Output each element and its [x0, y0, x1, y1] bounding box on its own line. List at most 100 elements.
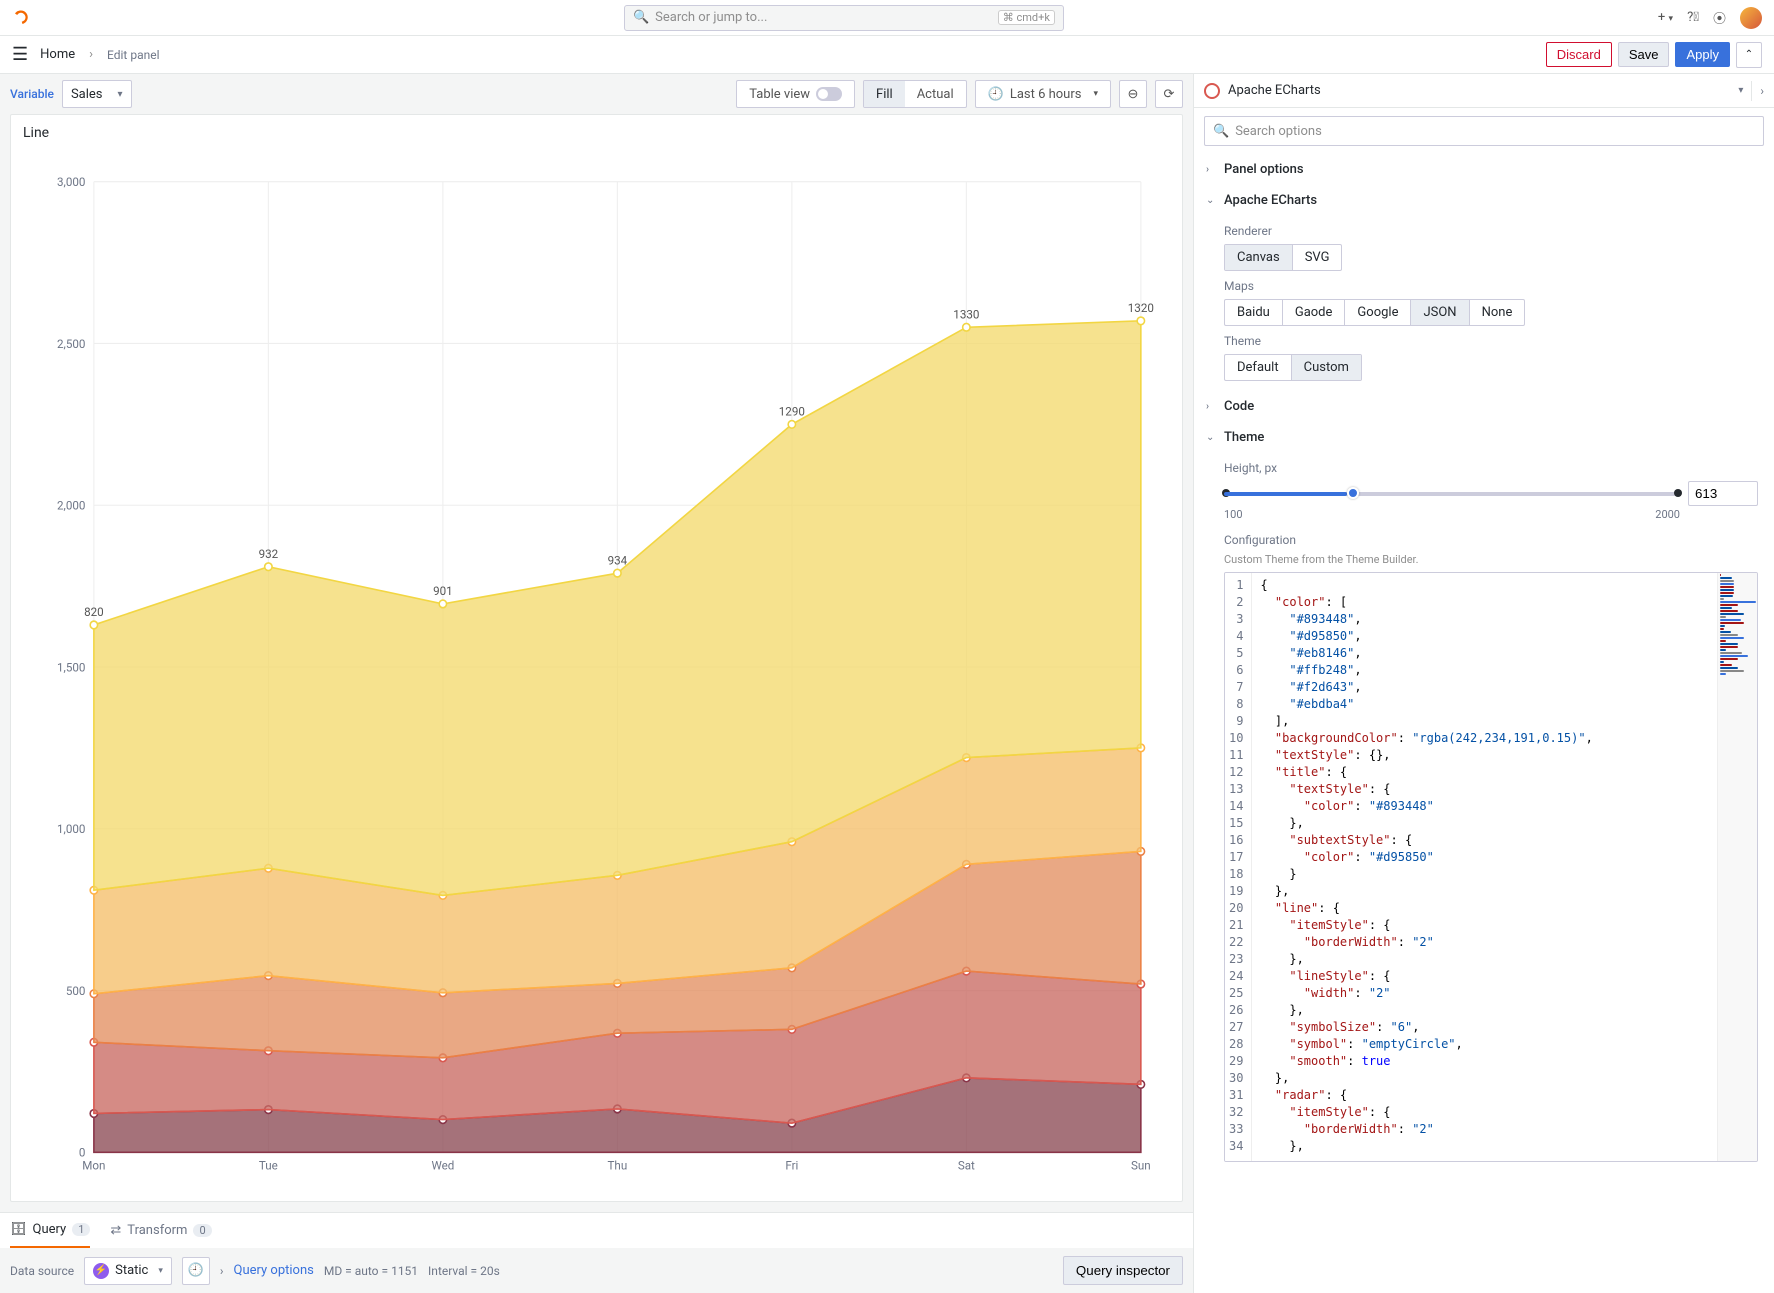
datasource-row: Data source ⚡ Static ▾ 🕘 › Query options…	[0, 1248, 1193, 1293]
clock-icon: 🕘	[988, 87, 1004, 102]
query-options-link[interactable]: Query options	[234, 1263, 314, 1278]
plugin-title: Apache ECharts	[1228, 83, 1321, 98]
svg-text:Tue: Tue	[259, 1159, 278, 1173]
maps-group: Baidu Gaode Google JSON None	[1224, 299, 1525, 326]
svg-text:1,500: 1,500	[57, 660, 85, 674]
help-icon[interactable]: ?⃝	[1687, 10, 1699, 25]
discard-button[interactable]: Discard	[1546, 42, 1612, 67]
svg-text:Thu: Thu	[607, 1159, 627, 1173]
chevron-down-icon: ▾	[158, 1266, 163, 1276]
clock-icon: 🕘	[188, 1263, 204, 1278]
svg-text:500: 500	[66, 984, 86, 998]
breadcrumb-page: Edit panel	[107, 48, 159, 62]
breadcrumb-sep: ›	[89, 47, 93, 62]
svg-text:1330: 1330	[953, 307, 979, 321]
search-icon: 🔍	[633, 10, 649, 25]
section-theme[interactable]: Theme	[1194, 422, 1774, 453]
search-placeholder: Search or jump to...	[655, 10, 767, 25]
config-label: Configuration	[1224, 533, 1758, 547]
save-button[interactable]: Save	[1618, 42, 1670, 67]
actual-option[interactable]: Actual	[905, 81, 966, 107]
maps-json[interactable]: JSON	[1411, 300, 1469, 325]
maps-none[interactable]: None	[1470, 300, 1525, 325]
chevron-right-icon: ›	[220, 1264, 224, 1278]
fill-option[interactable]: Fill	[864, 81, 905, 107]
code-minimap[interactable]	[1717, 573, 1757, 1161]
svg-text:Wed: Wed	[431, 1159, 454, 1173]
svg-text:1320: 1320	[1128, 301, 1154, 315]
chevron-down-icon: ▾	[1093, 89, 1098, 99]
section-panel-options[interactable]: Panel options	[1194, 154, 1774, 185]
renderer-canvas[interactable]: Canvas	[1225, 245, 1293, 270]
slider-thumb[interactable]	[1347, 487, 1359, 499]
svg-text:901: 901	[433, 584, 453, 598]
transform-count-badge: 0	[193, 1224, 211, 1237]
datasource-select[interactable]: ⚡ Static ▾	[84, 1257, 172, 1285]
options-panel: Apache ECharts ▾ › 🔍 Search options Pane…	[1194, 74, 1774, 1293]
variable-label: Variable	[10, 87, 54, 101]
table-view-toggle[interactable]: Table view	[736, 80, 855, 108]
config-desc: Custom Theme from the Theme Builder.	[1224, 553, 1758, 566]
maps-gaode[interactable]: Gaode	[1283, 300, 1346, 325]
svg-text:3,000: 3,000	[57, 175, 85, 189]
collapse-panel-button[interactable]: ⌃	[1736, 42, 1762, 68]
maps-baidu[interactable]: Baidu	[1225, 300, 1283, 325]
height-label: Height, px	[1224, 461, 1758, 475]
fill-actual-group: Fill Actual	[863, 80, 967, 108]
svg-text:0: 0	[79, 1145, 86, 1159]
svg-text:820: 820	[84, 605, 104, 619]
code-gutter: 1234567891011121314151617181920212223242…	[1225, 573, 1252, 1161]
viz-panel: Line 05001,0001,5002,0002,5003,000MonTue…	[10, 114, 1183, 1202]
tab-query[interactable]: 🗄 Query 1	[10, 1213, 90, 1248]
chevron-down-icon[interactable]: ▾	[1738, 85, 1743, 96]
datasource-label: Data source	[10, 1264, 74, 1278]
theme-group: Default Custom	[1224, 354, 1362, 381]
zoom-out-button[interactable]: ⊖	[1119, 80, 1147, 108]
news-icon[interactable]: ⦿	[1713, 8, 1726, 27]
refresh-button[interactable]: ⟳	[1155, 80, 1183, 108]
renderer-group: Canvas SVG	[1224, 244, 1342, 271]
svg-text:Sun: Sun	[1131, 1159, 1151, 1173]
height-slider[interactable]	[1224, 492, 1680, 496]
query-count-badge: 1	[72, 1223, 90, 1236]
search-icon: 🔍	[1213, 124, 1229, 139]
add-icon[interactable]: + ▾	[1658, 10, 1673, 25]
svg-text:Sat: Sat	[958, 1159, 975, 1173]
time-range-picker[interactable]: 🕘Last 6 hours▾	[975, 80, 1111, 108]
theme-default[interactable]: Default	[1225, 355, 1292, 380]
apply-button[interactable]: Apply	[1675, 42, 1730, 67]
datasource-icon: ⚡	[93, 1263, 109, 1279]
breadcrumb-home[interactable]: Home	[40, 47, 75, 62]
maps-google[interactable]: Google	[1345, 300, 1411, 325]
refresh-icon: ⟳	[1164, 87, 1175, 102]
datasource-settings-button[interactable]: 🕘	[182, 1257, 210, 1285]
query-inspector-button[interactable]: Query inspector	[1063, 1256, 1183, 1285]
options-search[interactable]: 🔍 Search options	[1204, 116, 1764, 146]
svg-text:2,000: 2,000	[57, 498, 85, 512]
tab-transform[interactable]: ⇄ Transform 0	[110, 1213, 211, 1248]
toggle-icon	[816, 87, 842, 101]
menu-toggle-icon[interactable]: ☰	[12, 44, 28, 65]
topbar: 🔍 Search or jump to... ⌘ cmd+k + ▾ ?⃝ ⦿	[0, 0, 1774, 36]
variable-select[interactable]: Sales	[62, 80, 132, 108]
chart-canvas: 05001,0001,5002,0002,5003,000MonTueWedTh…	[11, 143, 1182, 1201]
user-avatar[interactable]	[1740, 7, 1762, 29]
section-code[interactable]: Code	[1194, 391, 1774, 422]
code-content[interactable]: { "color": [ "#893448", "#d95850", "#eb8…	[1252, 573, 1717, 1161]
height-input[interactable]	[1688, 481, 1758, 506]
transform-icon: ⇄	[110, 1223, 121, 1238]
chevron-right-icon[interactable]: ›	[1760, 84, 1764, 98]
search-shortcut: ⌘ cmd+k	[998, 10, 1055, 25]
slider-max: 2000	[1655, 508, 1680, 521]
svg-text:Mon: Mon	[82, 1159, 105, 1173]
theme-custom[interactable]: Custom	[1292, 355, 1361, 380]
svg-text:Fri: Fri	[785, 1159, 798, 1173]
section-echarts[interactable]: Apache ECharts	[1194, 185, 1774, 216]
renderer-svg[interactable]: SVG	[1293, 245, 1342, 270]
grafana-logo-icon	[12, 9, 30, 27]
svg-text:932: 932	[259, 547, 279, 561]
global-search[interactable]: 🔍 Search or jump to... ⌘ cmd+k	[624, 5, 1064, 31]
database-icon: 🗄	[10, 1222, 27, 1237]
code-editor[interactable]: 1234567891011121314151617181920212223242…	[1224, 572, 1758, 1162]
svg-text:934: 934	[608, 553, 628, 567]
